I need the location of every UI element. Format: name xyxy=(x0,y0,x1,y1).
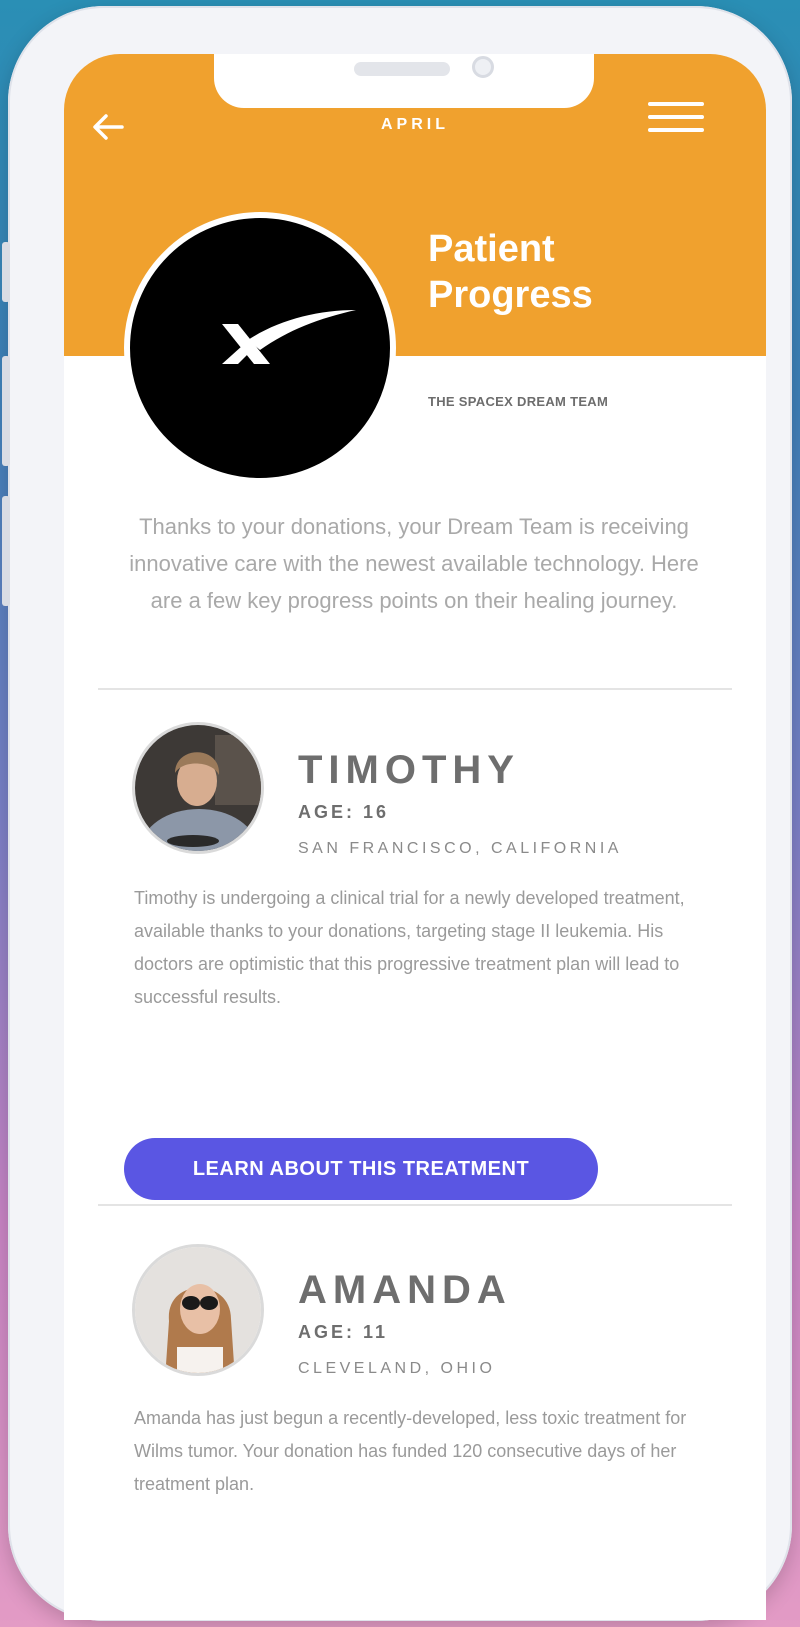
page-title: Patient Progress xyxy=(428,226,728,318)
section-divider xyxy=(98,1204,732,1206)
patient-location: CLEVELAND, OHIO xyxy=(298,1360,496,1377)
patient-age: AGE: 11 xyxy=(298,1322,389,1342)
patient-description: Amanda has just begun a recently-develop… xyxy=(134,1408,687,1494)
phone-side-button xyxy=(2,496,10,606)
avatar-photo-icon xyxy=(135,1247,261,1373)
patient-age: AGE: 16 xyxy=(298,802,390,822)
patient-location: SAN FRANCISCO, CALIFORNIA xyxy=(298,840,622,857)
patient-name: AMANDA xyxy=(298,1268,512,1312)
section-divider xyxy=(98,688,732,690)
phone-frame: APRIL Patient Progress THE SPACEX DREAM … xyxy=(2,6,792,1621)
avatar-photo-icon xyxy=(135,725,261,851)
patient-description: Timothy is undergoing a clinical trial f… xyxy=(134,888,685,1007)
app-screen: APRIL Patient Progress THE SPACEX DREAM … xyxy=(64,54,766,1620)
page-title-line-1: Patient xyxy=(428,228,555,270)
team-logo xyxy=(124,212,396,484)
page-title-line-2: Progress xyxy=(428,274,593,316)
phone-side-button xyxy=(2,356,10,466)
hamburger-menu-icon xyxy=(648,115,704,119)
learn-about-treatment-button[interactable]: LEARN ABOUT THIS TREATMENT xyxy=(124,1138,598,1200)
phone-notch xyxy=(214,54,594,108)
spacex-x-logo-icon xyxy=(222,310,356,364)
avatar-timothy xyxy=(132,722,264,854)
hamburger-menu-icon xyxy=(648,128,704,132)
phone-side-button xyxy=(2,242,10,302)
hamburger-menu-icon xyxy=(648,102,704,106)
team-name: THE SPACEX DREAM TEAM xyxy=(428,394,609,409)
menu-button[interactable] xyxy=(648,102,704,136)
speaker-grille xyxy=(354,62,450,76)
intro-text: Thanks to your donations, your Dream Tea… xyxy=(129,514,699,613)
patient-name: TIMOTHY xyxy=(298,748,520,792)
avatar-amanda xyxy=(132,1244,264,1376)
front-camera xyxy=(472,56,494,78)
